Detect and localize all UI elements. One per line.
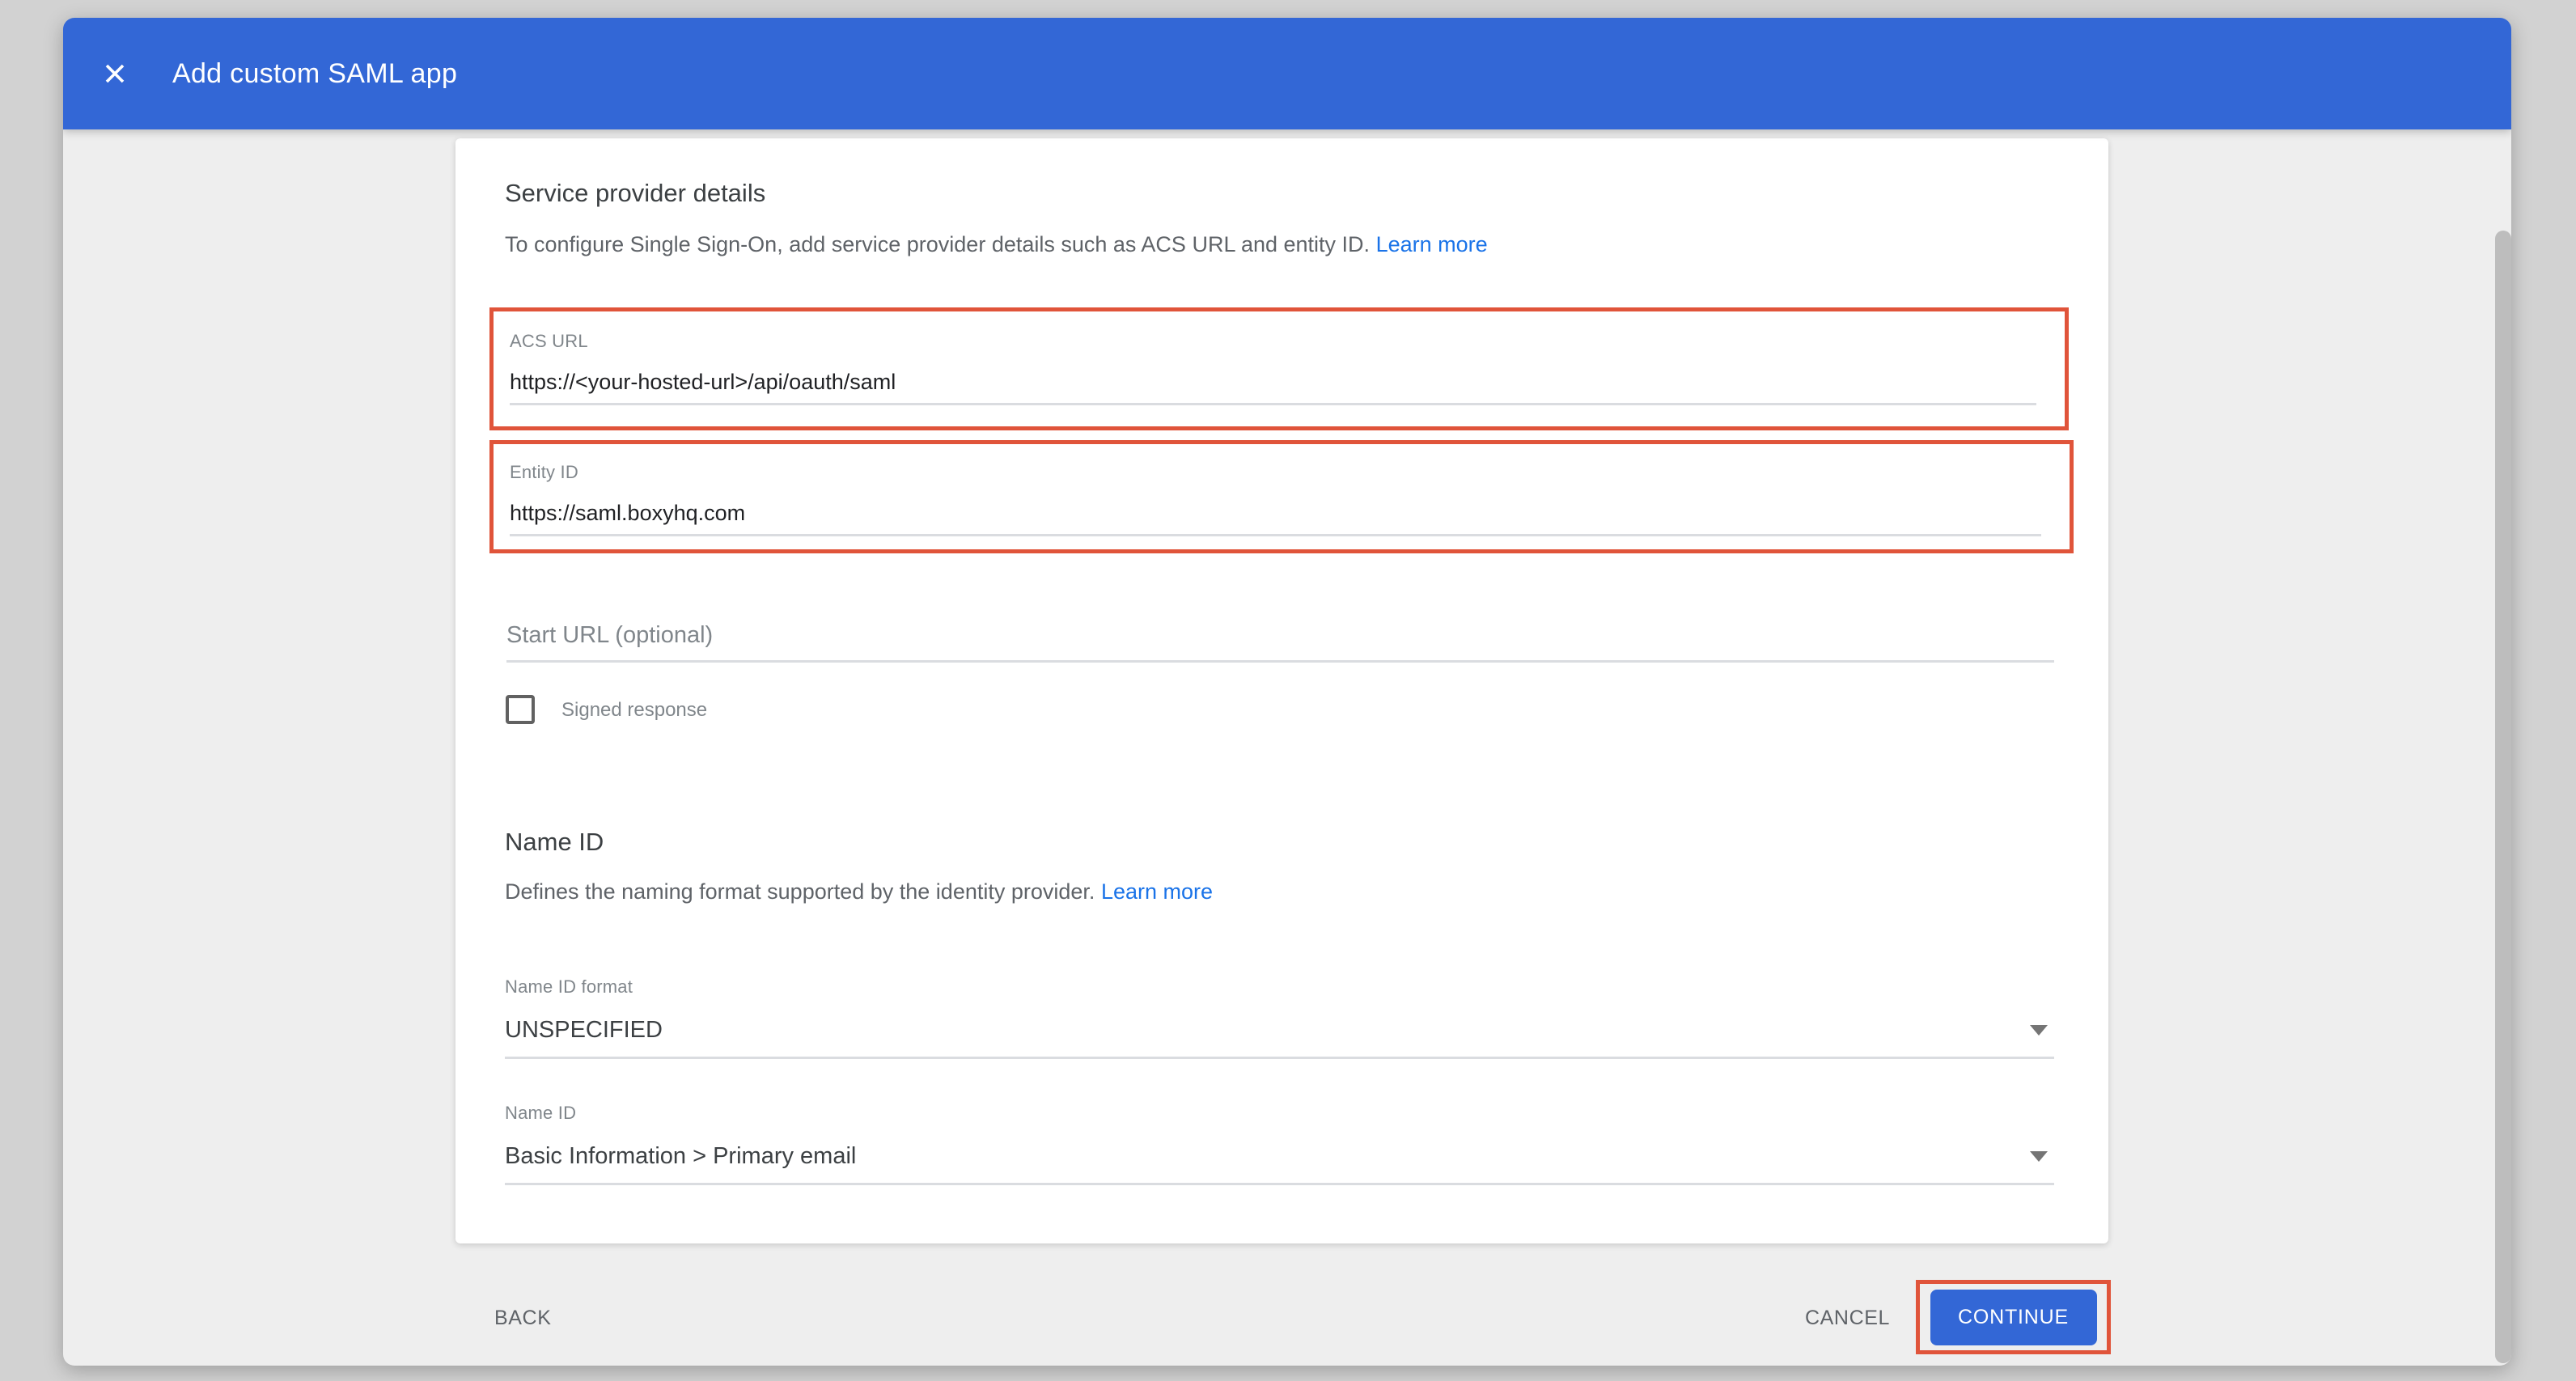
service-provider-card: Service provider details To configure Si… bbox=[455, 138, 2108, 1243]
name-id-description-text: Defines the naming format supported by t… bbox=[505, 879, 1095, 904]
service-provider-description: To configure Single Sign-On, add service… bbox=[505, 232, 1488, 257]
acs-url-label: ACS URL bbox=[510, 331, 2049, 352]
acs-url-input[interactable] bbox=[510, 370, 2036, 405]
add-saml-app-dialog: Add custom SAML app Service provider det… bbox=[63, 18, 2511, 1366]
back-button[interactable]: BACK bbox=[494, 1307, 551, 1330]
name-id-value: Basic Information > Primary email bbox=[505, 1143, 2054, 1170]
name-id-label: Name ID bbox=[505, 1103, 2054, 1124]
annotation-box-continue: CONTINUE bbox=[1916, 1280, 2111, 1354]
name-id-format-select[interactable]: Name ID format UNSPECIFIED bbox=[505, 976, 2054, 1059]
signed-response-checkbox[interactable] bbox=[506, 695, 535, 724]
service-provider-heading: Service provider details bbox=[505, 179, 765, 208]
close-icon[interactable] bbox=[97, 56, 133, 91]
annotation-box-entity-id: Entity ID bbox=[489, 440, 2074, 553]
name-id-learn-more-link[interactable]: Learn more bbox=[1101, 879, 1213, 904]
service-provider-learn-more-link[interactable]: Learn more bbox=[1376, 232, 1488, 256]
name-id-select[interactable]: Name ID Basic Information > Primary emai… bbox=[505, 1103, 2054, 1185]
start-url-input[interactable] bbox=[506, 622, 2054, 663]
name-id-description: Defines the naming format supported by t… bbox=[505, 879, 1213, 904]
annotation-box-acs-url: ACS URL bbox=[489, 307, 2069, 430]
name-id-format-value: UNSPECIFIED bbox=[505, 1017, 2054, 1044]
entity-id-label: Entity ID bbox=[510, 462, 2053, 483]
dialog-title: Add custom SAML app bbox=[172, 58, 457, 90]
name-id-format-label: Name ID format bbox=[505, 976, 2054, 998]
name-id-heading: Name ID bbox=[505, 828, 604, 857]
cancel-button[interactable]: CANCEL bbox=[1805, 1307, 1890, 1330]
scrollbar-thumb[interactable] bbox=[2495, 231, 2511, 1363]
chevron-down-icon[interactable] bbox=[2030, 1151, 2048, 1162]
continue-button[interactable]: CONTINUE bbox=[1930, 1290, 2097, 1345]
chevron-down-icon[interactable] bbox=[2030, 1025, 2048, 1036]
entity-id-input[interactable] bbox=[510, 501, 2041, 536]
signed-response-label: Signed response bbox=[561, 699, 707, 722]
dialog-header: Add custom SAML app bbox=[63, 18, 2511, 129]
service-provider-description-text: To configure Single Sign-On, add service… bbox=[505, 232, 1370, 256]
